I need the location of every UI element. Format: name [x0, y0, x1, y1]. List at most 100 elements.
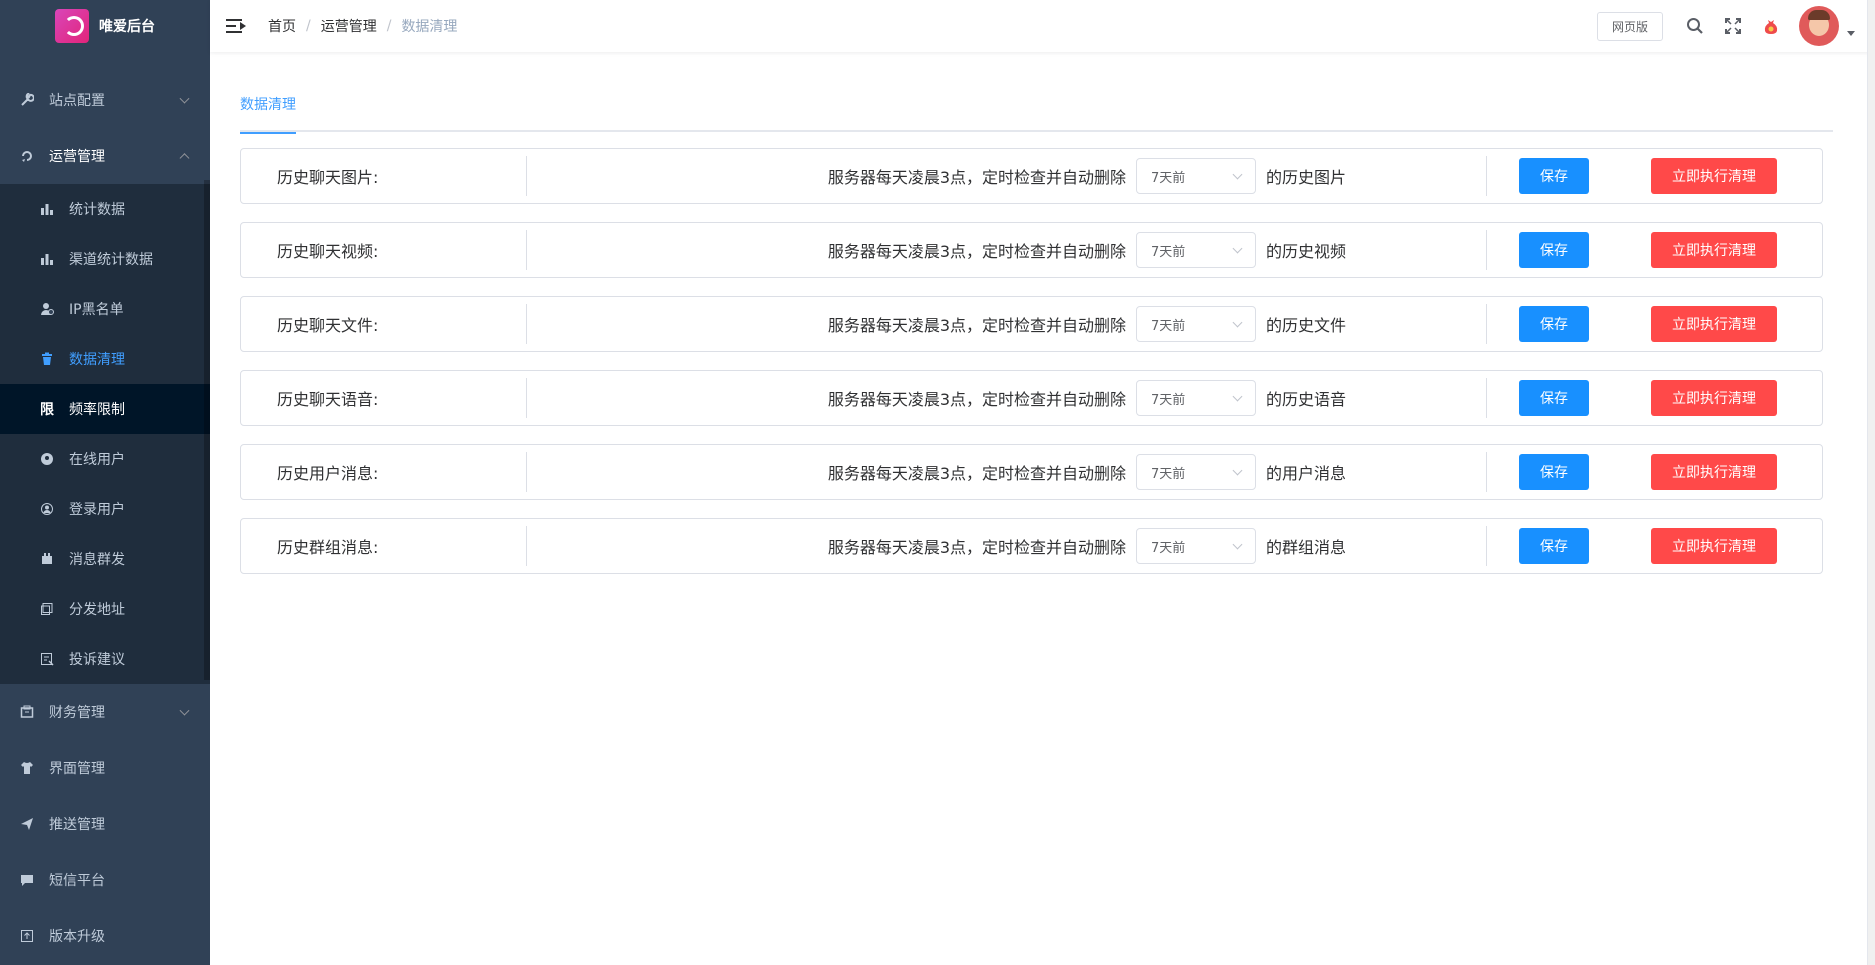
chevron-down-icon	[1232, 243, 1243, 254]
fullscreen-icon[interactable]	[1723, 16, 1743, 36]
retention-select[interactable]: 7天前	[1136, 380, 1256, 416]
breadcrumb-separator: /	[386, 18, 392, 34]
menu-label: 推送管理	[49, 817, 105, 833]
menu-label: 财务管理	[49, 705, 105, 721]
complaint-icon	[40, 652, 54, 666]
chevron-down-icon	[1232, 317, 1243, 328]
upgrade-icon	[20, 929, 34, 943]
save-button[interactable]: 保存	[1519, 380, 1589, 416]
sidebar-item-label: 渠道统计数据	[69, 252, 153, 268]
select-value: 7天前	[1151, 466, 1186, 482]
menu-push[interactable]: 推送管理	[0, 796, 210, 852]
money-bag-icon[interactable]	[1761, 16, 1781, 36]
sidebar-item-broadcast[interactable]: 消息群发	[0, 534, 210, 584]
row-suffix: 的历史图片	[1266, 168, 1347, 187]
sidebar-item-data-cleanup[interactable]: 数据清理	[0, 334, 210, 384]
menu-sms[interactable]: 短信平台	[0, 852, 210, 908]
clean-now-button[interactable]: 立即执行清理	[1651, 528, 1777, 564]
row-label: 历史聊天文件:	[241, 304, 527, 344]
save-button[interactable]: 保存	[1519, 528, 1589, 564]
sidebar-item-login-users[interactable]: 登录用户	[0, 484, 210, 534]
sidebar-item-ip-blacklist[interactable]: IP黑名单	[0, 284, 210, 334]
caret-down-icon[interactable]	[1847, 30, 1855, 36]
retention-select[interactable]: 7天前	[1136, 528, 1256, 564]
row-suffix: 的群组消息	[1266, 538, 1347, 557]
sidebar: 唯爱后台 站点配置 运营管理 统计数据 渠道统计数据 IP黑名单 数据清理 限 …	[0, 0, 210, 965]
clean-now-button[interactable]: 立即执行清理	[1651, 380, 1777, 416]
search-icon[interactable]	[1685, 16, 1705, 36]
top-navbar: 首页 / 运营管理 / 数据清理 网页版	[210, 0, 1875, 52]
cleanup-list: 历史聊天图片: 服务器每天凌晨3点，定时检查并自动删除 7天前 的历史图片 保存…	[240, 148, 1823, 574]
clean-now-button[interactable]: 立即执行清理	[1651, 454, 1777, 490]
operation-submenu: 统计数据 渠道统计数据 IP黑名单 数据清理 限 频率限制 在线用户 登录用户	[0, 184, 210, 684]
save-button[interactable]: 保存	[1519, 454, 1589, 490]
retention-select[interactable]: 7天前	[1136, 454, 1256, 490]
sidebar-item-label: 投诉建议	[69, 652, 125, 668]
breadcrumb-current: 数据清理	[401, 19, 458, 35]
cleanup-row-files: 历史聊天文件: 服务器每天凌晨3点，定时检查并自动删除 7天前 的历史文件 保存…	[240, 296, 1823, 352]
row-description: 服务器每天凌晨3点，定时检查并自动删除	[827, 242, 1126, 261]
sidebar-item-label: IP黑名单	[69, 302, 124, 318]
tab-data-cleanup[interactable]: 数据清理	[240, 92, 296, 134]
select-value: 7天前	[1151, 170, 1186, 186]
breadcrumb-operation[interactable]: 运营管理	[321, 16, 377, 36]
retention-select[interactable]: 7天前	[1136, 306, 1256, 342]
sidebar-item-label: 统计数据	[69, 202, 125, 218]
trash-icon	[40, 352, 54, 366]
sidebar-item-stats[interactable]: 统计数据	[0, 184, 210, 234]
sidebar-item-label: 数据清理	[69, 352, 125, 368]
main-content: 数据清理 历史聊天图片: 服务器每天凌晨3点，定时检查并自动删除 7天前 的历史…	[210, 52, 1875, 965]
retention-select[interactable]: 7天前	[1136, 232, 1256, 268]
breadcrumb-separator: /	[306, 18, 311, 34]
window-scrollbar[interactable]	[1867, 0, 1875, 965]
row-label: 历史聊天图片:	[241, 156, 527, 196]
broadcast-icon	[40, 552, 54, 566]
bar-chart-icon	[40, 252, 54, 266]
hamburger-icon[interactable]	[226, 18, 246, 34]
chevron-down-icon	[1232, 465, 1243, 476]
menu-site-config[interactable]: 站点配置	[0, 72, 210, 128]
row-label: 历史用户消息:	[241, 452, 527, 492]
sidebar-item-complaints[interactable]: 投诉建议	[0, 634, 210, 684]
web-version-button[interactable]: 网页版	[1596, 11, 1663, 41]
wrench-icon	[20, 93, 34, 107]
select-value: 7天前	[1151, 392, 1186, 408]
sidebar-item-label: 消息群发	[69, 552, 125, 568]
sidebar-item-dist-address[interactable]: 分发地址	[0, 584, 210, 634]
chevron-down-icon	[179, 705, 190, 716]
chevron-down-icon	[1232, 539, 1243, 550]
select-value: 7天前	[1151, 244, 1186, 260]
avatar[interactable]	[1799, 6, 1839, 46]
operation-icon	[20, 149, 34, 163]
menu-label: 运营管理	[49, 149, 105, 165]
sidebar-item-rate-limit[interactable]: 限 频率限制	[0, 384, 210, 434]
shirt-icon	[20, 761, 34, 775]
logo[interactable]: 唯爱后台	[0, 0, 210, 52]
finance-icon	[20, 705, 34, 719]
save-button[interactable]: 保存	[1519, 232, 1589, 268]
chevron-down-icon	[179, 93, 190, 104]
online-user-icon	[40, 452, 54, 466]
menu-label: 短信平台	[49, 873, 105, 889]
menu-operation[interactable]: 运营管理	[0, 128, 210, 184]
retention-select[interactable]: 7天前	[1136, 158, 1256, 194]
breadcrumb-home[interactable]: 首页	[268, 16, 296, 36]
save-button[interactable]: 保存	[1519, 158, 1589, 194]
menu-ui-management[interactable]: 界面管理	[0, 740, 210, 796]
breadcrumb: 首页 / 运营管理 / 数据清理	[268, 16, 457, 36]
save-button[interactable]: 保存	[1519, 306, 1589, 342]
logo-icon	[55, 9, 89, 43]
clean-now-button[interactable]: 立即执行清理	[1651, 232, 1777, 268]
login-user-icon	[40, 502, 54, 516]
menu-upgrade[interactable]: 版本升级	[0, 908, 210, 964]
row-description: 服务器每天凌晨3点，定时检查并自动删除	[827, 538, 1126, 557]
clean-now-button[interactable]: 立即执行清理	[1651, 306, 1777, 342]
row-suffix: 的历史语音	[1266, 390, 1347, 409]
chevron-up-icon	[179, 153, 190, 164]
row-suffix: 的历史文件	[1266, 316, 1347, 335]
menu-finance[interactable]: 财务管理	[0, 684, 210, 740]
sidebar-item-channel-stats[interactable]: 渠道统计数据	[0, 234, 210, 284]
clean-now-button[interactable]: 立即执行清理	[1651, 158, 1777, 194]
sidebar-item-online-users[interactable]: 在线用户	[0, 434, 210, 484]
menu-label: 站点配置	[49, 93, 105, 109]
